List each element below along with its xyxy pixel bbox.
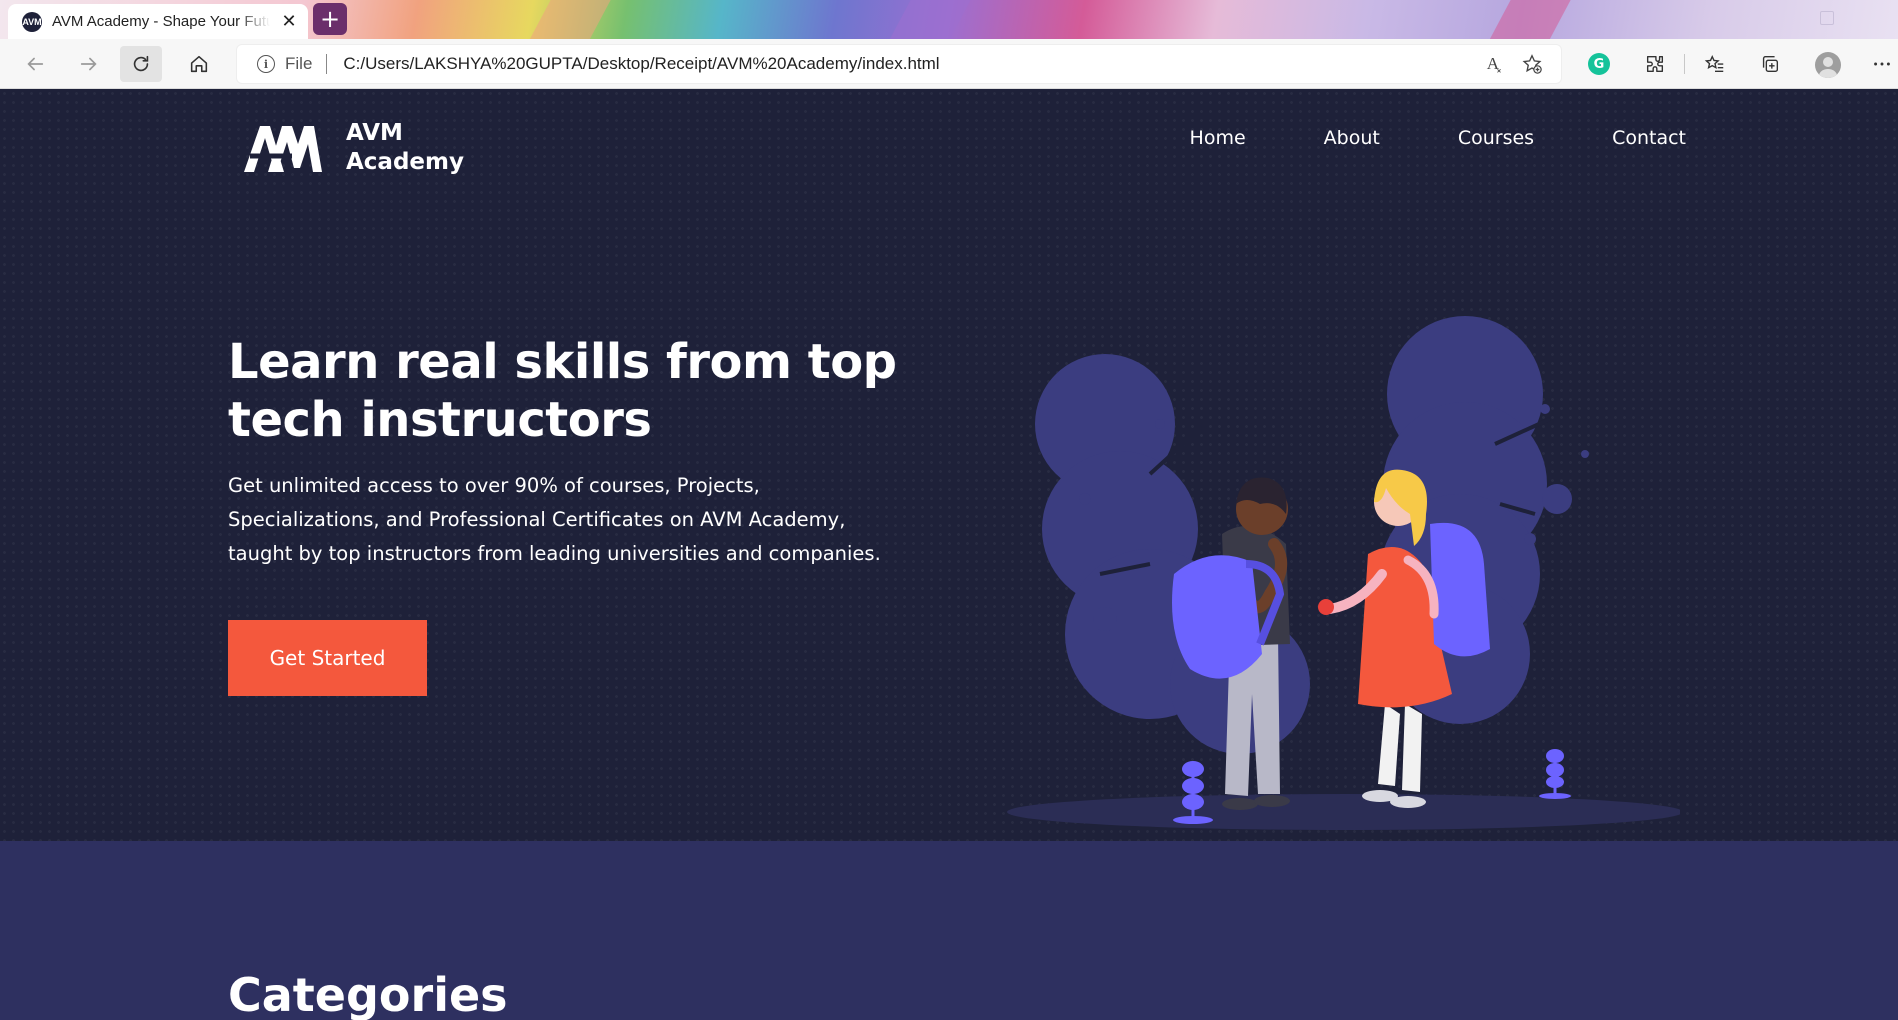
browser-toolbar: i File C:/Users/LAKSHYA%20GUPTA/Desktop/…: [0, 39, 1898, 89]
info-icon[interactable]: i: [257, 55, 275, 73]
address-divider: [326, 54, 328, 74]
address-bar-actions: A͓: [1487, 53, 1543, 75]
main-nav: Home About Courses Contact: [1190, 127, 1686, 149]
refresh-icon: [133, 55, 149, 72]
browser-tab-active[interactable]: AVM AVM Academy - Shape Your Future ✕: [8, 4, 308, 39]
extensions-icon: [1646, 55, 1664, 73]
new-tab-button[interactable]: +: [313, 3, 347, 35]
decorative-stripe: [1478, 0, 1582, 39]
favorites-button[interactable]: [1694, 46, 1736, 82]
home-button[interactable]: [178, 46, 220, 82]
hero-description-line3: taught by top instructors from leading u…: [228, 542, 881, 565]
get-started-button[interactable]: Get Started: [228, 620, 427, 696]
brand-name-line1: AVM: [346, 120, 403, 146]
nav-contact[interactable]: Contact: [1612, 127, 1686, 149]
site-info-label[interactable]: File: [285, 54, 312, 74]
address-bar[interactable]: i File C:/Users/LAKSHYA%20GUPTA/Desktop/…: [236, 44, 1562, 84]
extensions-button[interactable]: [1634, 46, 1676, 82]
decorative-stripe: [878, 0, 982, 39]
nav-home[interactable]: Home: [1190, 127, 1246, 149]
collections-icon: [1762, 55, 1779, 73]
categories-section: Categories: [0, 841, 1898, 1020]
back-button[interactable]: [14, 46, 56, 82]
brand[interactable]: AVM Academy: [242, 119, 496, 177]
forward-icon: [80, 57, 97, 71]
background-blobs: [1035, 316, 1589, 754]
brand-name: AVM Academy: [346, 119, 496, 177]
hero-description: Get unlimited access to over 90% of cour…: [228, 469, 928, 571]
brand-logo-icon: [244, 126, 322, 172]
favorites-icon: [1704, 55, 1724, 73]
nav-about[interactable]: About: [1324, 127, 1380, 149]
refresh-button[interactable]: [120, 46, 162, 82]
add-favorite-icon[interactable]: [1521, 53, 1543, 75]
site-favicon-icon: AVM: [22, 11, 42, 32]
tab-title: AVM Academy - Shape Your Future: [52, 13, 270, 30]
close-tab-icon[interactable]: ✕: [280, 11, 298, 32]
back-icon: [27, 57, 44, 71]
nav-courses[interactable]: Courses: [1458, 127, 1534, 149]
url-text[interactable]: C:/Users/LAKSHYA%20GUPTA/Desktop/Receipt…: [343, 54, 1561, 74]
more-button[interactable]: [1866, 46, 1898, 82]
brand-name-line2: Academy: [346, 149, 464, 175]
collections-button[interactable]: [1749, 46, 1791, 82]
profile-icon[interactable]: [1815, 52, 1841, 78]
home-icon: [190, 55, 208, 73]
plant-right: [1539, 749, 1571, 799]
window-restore-icon[interactable]: [1820, 11, 1834, 25]
more-icon: [1874, 62, 1890, 66]
hero-title-line2: tech instructors: [228, 392, 652, 448]
hero-section: AVM Academy Home About Courses Contact L…: [0, 89, 1898, 841]
ground-shadow: [1007, 794, 1680, 830]
hero-title: Learn real skills from top tech instruct…: [228, 333, 948, 449]
read-aloud-icon[interactable]: A͓: [1487, 54, 1499, 74]
decorative-stripe: [518, 0, 622, 39]
forward-button[interactable]: [68, 46, 110, 82]
students-illustration: [1007, 316, 1680, 830]
grammarly-icon[interactable]: G: [1588, 53, 1610, 75]
browser-tab-strip: AVM AVM Academy - Shape Your Future ✕ +: [0, 0, 1898, 39]
hero-description-line2: Specializations, and Professional Certif…: [228, 508, 846, 531]
web-page: AVM Academy Home About Courses Contact L…: [0, 89, 1898, 1020]
hero-title-line1: Learn real skills from top: [228, 334, 897, 390]
toolbar-divider: [1684, 54, 1685, 74]
hero-description-line1: Get unlimited access to over 90% of cour…: [228, 474, 760, 497]
categories-title: Categories: [228, 968, 508, 1020]
